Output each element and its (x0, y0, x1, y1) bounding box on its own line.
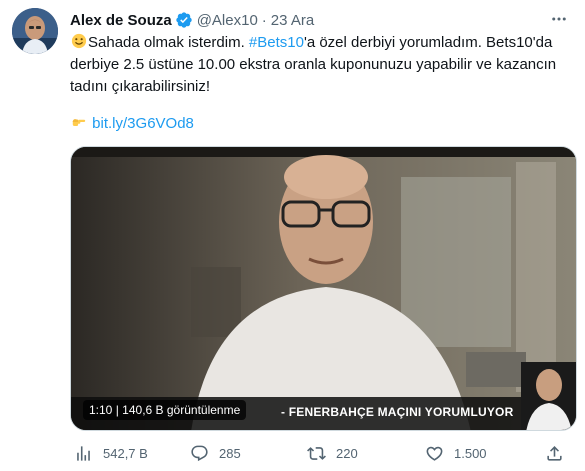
retweet-count: 220 (336, 445, 358, 461)
video-frame (71, 147, 576, 430)
video-separator: | (115, 403, 119, 417)
author-handle[interactable]: @Alex10 (197, 12, 258, 29)
video-views: 140,6 B görüntülenme (122, 403, 241, 417)
avatar[interactable] (12, 8, 58, 54)
video-time: 1:10 (89, 403, 113, 417)
video-banner-text: - FENERBAHÇE MAÇINI YORUMLUYOR (281, 405, 514, 419)
video-player[interactable]: 1:10 | 140,6 B görüntülenme - FENERBAHÇE… (70, 146, 577, 431)
views-count: 542,7 B (103, 445, 148, 461)
like-count: 1.500 (454, 445, 487, 461)
share-icon (547, 445, 562, 461)
share-action[interactable] (545, 441, 564, 465)
analytics-icon (77, 445, 90, 461)
retweet-icon (307, 446, 326, 460)
smile-emoji-icon (70, 32, 88, 54)
more-options-icon[interactable] (546, 6, 572, 32)
like-action[interactable]: 1.500 (425, 441, 487, 465)
tweet-header: Alex de Souza @Alex10 · 23 Ara (70, 10, 314, 30)
tweet[interactable]: Alex de Souza @Alex10 · 23 Ara Sahada ol… (0, 0, 585, 471)
verified-badge-icon (175, 11, 193, 29)
retweet-action[interactable]: 220 (307, 441, 358, 465)
shortened-link[interactable]: bit.ly/3G6VOd8 (92, 115, 194, 132)
reply-action[interactable]: 285 (190, 441, 241, 465)
video-meta: 1:10 | 140,6 B görüntülenme (83, 400, 247, 420)
tweet-actions: 542,7 B 285 220 1.500 (70, 441, 577, 465)
views-action[interactable]: 542,7 B (74, 441, 148, 465)
heart-icon (426, 446, 443, 461)
reply-count: 285 (219, 445, 241, 461)
separator-dot: · (261, 11, 267, 29)
tweet-text-part1: Sahada olmak isterdim. (88, 34, 249, 51)
tweet-text: Sahada olmak isterdim. #Bets10'a özel de… (70, 32, 575, 98)
author-name[interactable]: Alex de Souza (70, 12, 172, 29)
tweet-date[interactable]: 23 Ara (271, 12, 314, 29)
hashtag-link[interactable]: #Bets10 (249, 34, 304, 51)
reply-icon (191, 445, 208, 461)
tweet-link-line: bit.ly/3G6VOd8 (70, 113, 194, 135)
pointing-hand-emoji-icon (70, 113, 88, 135)
